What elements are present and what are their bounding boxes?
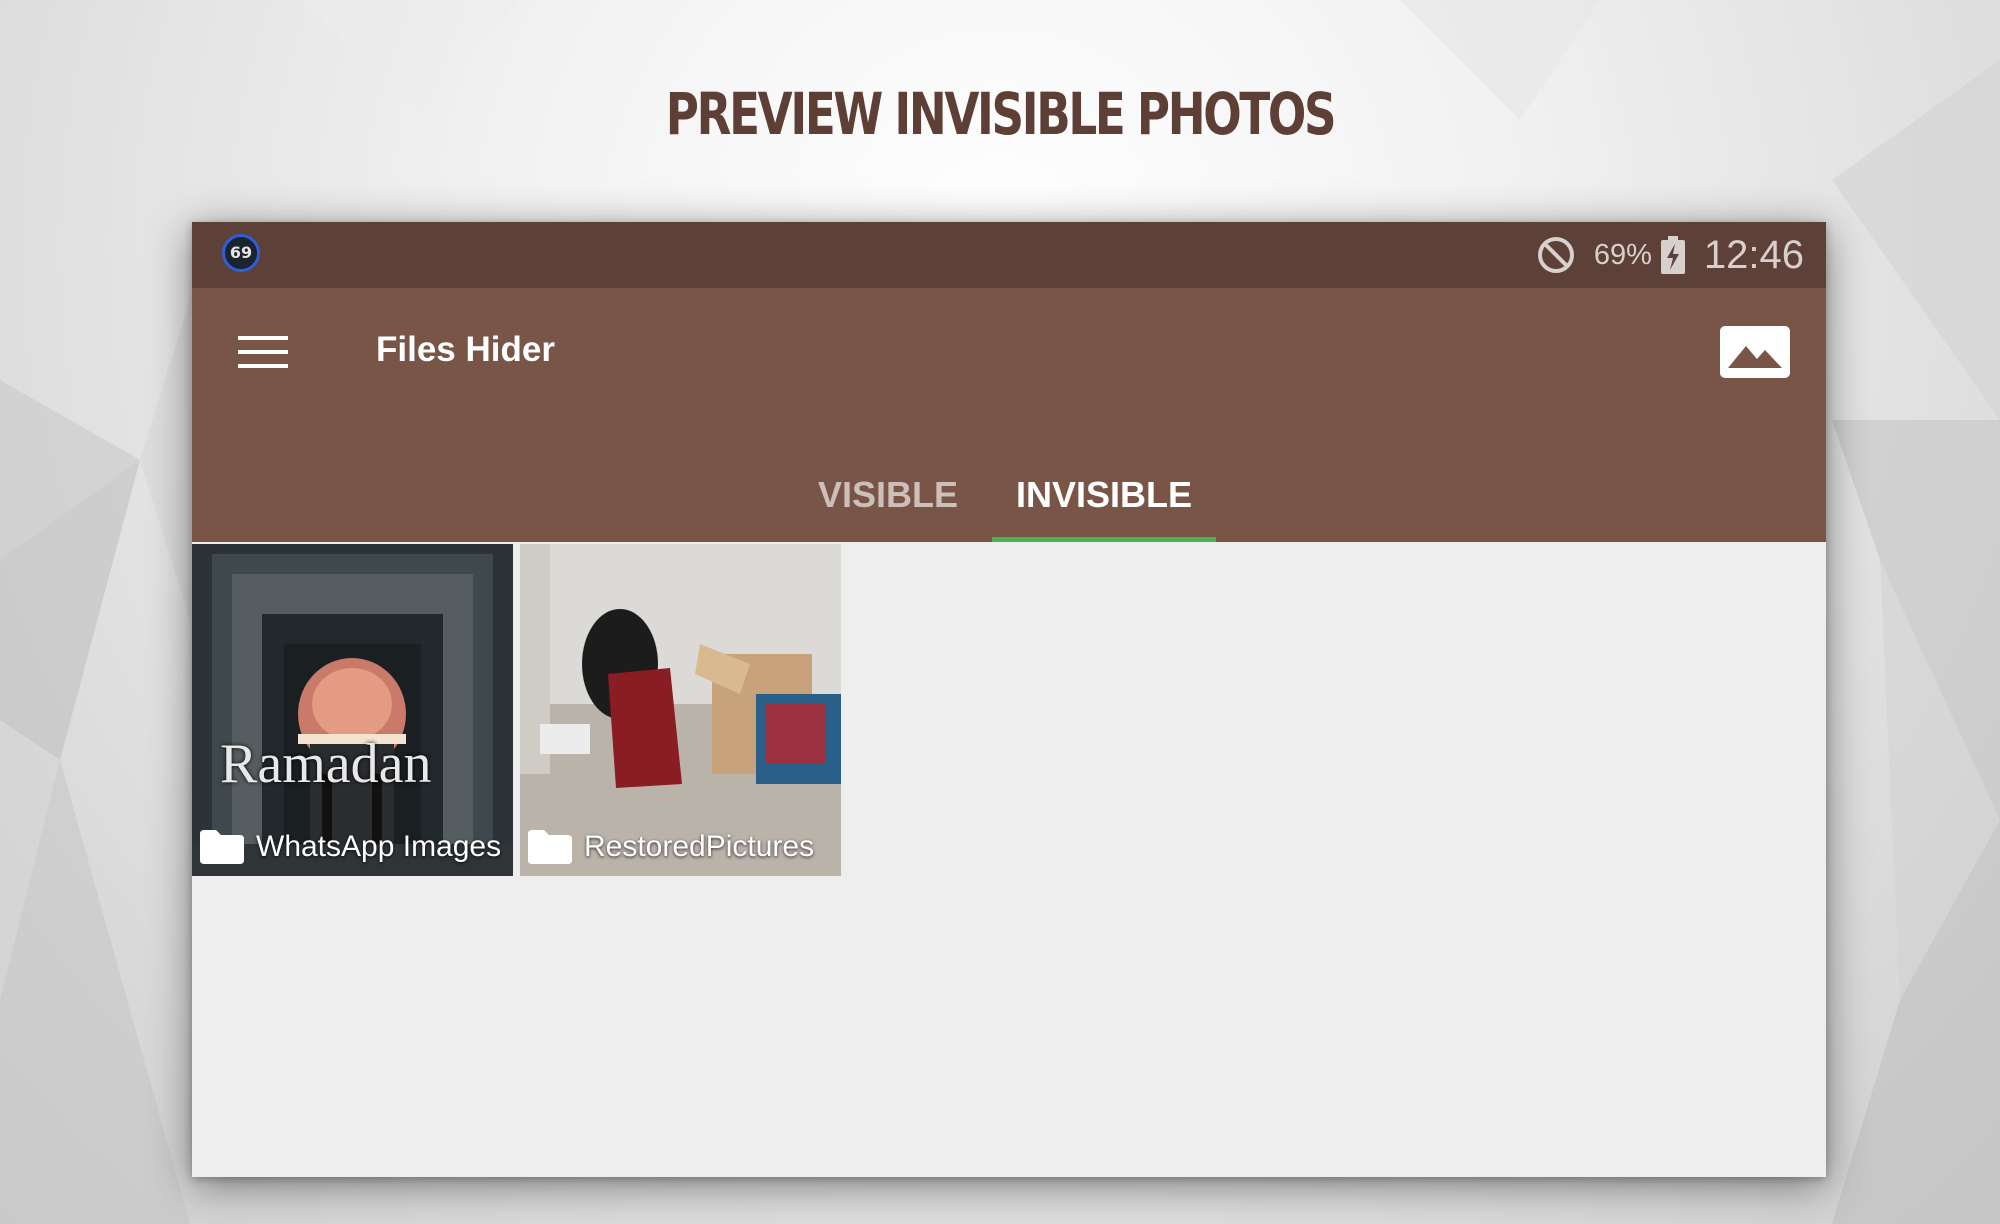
battery-charging-icon bbox=[1660, 236, 1685, 274]
folder-tile-restored-pictures[interactable]: RestoredPictures bbox=[520, 544, 841, 876]
status-indicators: 69% 12:46 bbox=[1536, 222, 1804, 288]
folder-label: RestoredPictures bbox=[528, 830, 814, 864]
tab-indicator bbox=[992, 537, 1216, 542]
status-bar: 69 69% 12:46 bbox=[192, 222, 1826, 288]
app-title: Files Hider bbox=[376, 330, 555, 369]
battery-percent: 69% bbox=[1593, 238, 1652, 271]
folder-name: RestoredPictures bbox=[584, 830, 815, 863]
device-screen: 69 69% 12:46 Files Hider VISIBLE INVISIB… bbox=[192, 222, 1826, 1177]
folder-thumbnail bbox=[520, 544, 841, 876]
folder-name: WhatsApp Images bbox=[256, 830, 502, 863]
tab-visible[interactable]: VISIBLE bbox=[792, 448, 984, 542]
folder-thumbnail bbox=[192, 544, 513, 876]
do-not-disturb-icon bbox=[1537, 237, 1574, 273]
status-clock: 12:46 bbox=[1703, 232, 1804, 277]
app-bar: Files Hider VISIBLE INVISIBLE bbox=[192, 288, 1826, 542]
folder-icon bbox=[528, 830, 572, 864]
folder-icon bbox=[200, 830, 244, 864]
thumbnail-overlay-text: Ramadan bbox=[220, 733, 432, 795]
gallery-icon[interactable] bbox=[1720, 326, 1790, 378]
folder-tile-whatsapp-images[interactable]: Ramadan WhatsApp Images bbox=[192, 544, 513, 876]
menu-icon[interactable] bbox=[238, 332, 288, 372]
folder-label: WhatsApp Images bbox=[200, 830, 501, 864]
page-headline: PREVIEW INVISIBLE PHOTOS bbox=[665, 80, 1337, 148]
tab-invisible[interactable]: INVISIBLE bbox=[992, 448, 1216, 542]
tab-bar: VISIBLE INVISIBLE bbox=[192, 448, 1826, 542]
notification-badge: 69 bbox=[222, 234, 260, 272]
